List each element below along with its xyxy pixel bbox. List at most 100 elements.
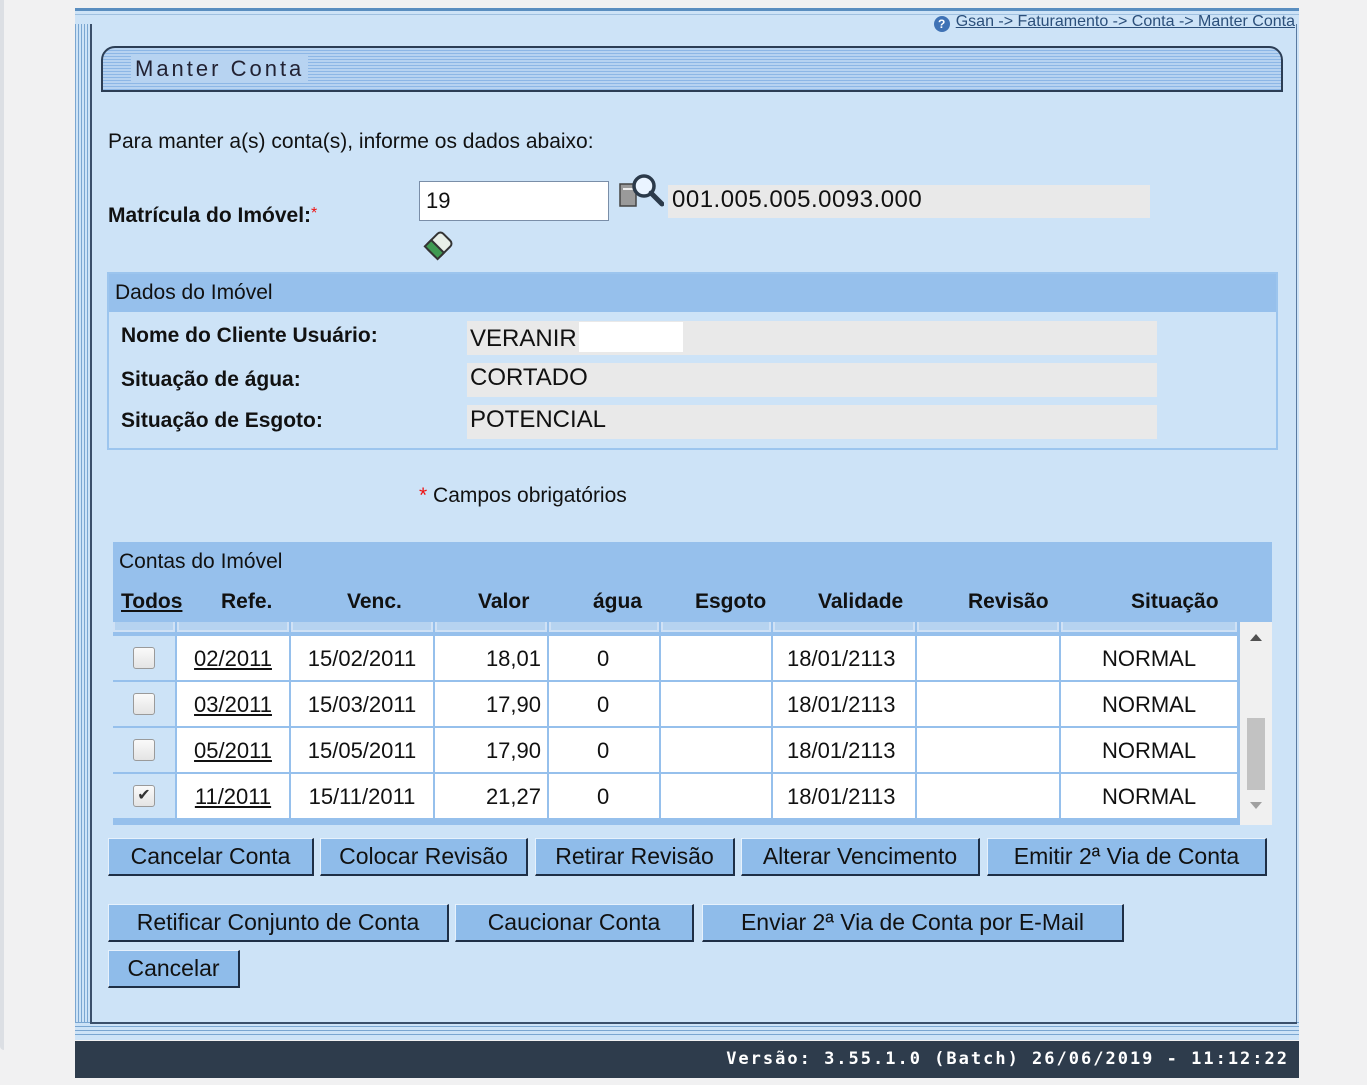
todos-link[interactable]: Todos [121, 590, 182, 614]
revisao-cell [917, 682, 1059, 726]
retificar-conjunto-button[interactable]: Retificar Conjunto de Conta [108, 904, 449, 942]
partial-cell [661, 622, 771, 632]
col-esgoto: Esgoto [695, 590, 767, 613]
col-agua: água [593, 590, 643, 613]
col-valor: Valor [478, 590, 530, 613]
col-validade: Validade [818, 590, 904, 613]
table-row: 02/2011 15/02/2011 18,01 0 18/01/2113 NO… [113, 636, 1237, 682]
validade-cell: 18/01/2113 [773, 682, 915, 726]
col-situacao: Situação [1131, 590, 1219, 613]
version-text: Versão: 3.55.1.0 (Batch) 26/06/2019 - 11… [726, 1049, 1289, 1069]
cliente-usuario-label: Nome do Cliente Usuário: [121, 324, 378, 347]
left-margin [0, 0, 4, 1050]
bottom-border-dark [90, 1022, 1297, 1024]
cancelar-conta-button[interactable]: Cancelar Conta [108, 838, 314, 876]
retirar-revisao-button[interactable]: Retirar Revisão [535, 838, 735, 876]
checkbox-cell [113, 682, 175, 726]
emitir-2via-button[interactable]: Emitir 2ª Via de Conta [987, 838, 1267, 876]
refe-link[interactable]: 03/2011 [194, 692, 272, 717]
cliente-usuario-value: VERANIR [467, 321, 1157, 355]
situacao-esgoto-label: Situação de Esgoto: [121, 409, 323, 432]
required-note-star: * [419, 484, 428, 507]
situacao-cell: NORMAL [1061, 728, 1237, 772]
top-border [75, 8, 1299, 11]
valor-cell: 18,01 [435, 636, 547, 680]
eraser-icon[interactable] [422, 226, 456, 264]
enviar-email-button[interactable]: Enviar 2ª Via de Conta por E-Mail [702, 904, 1124, 942]
search-icon[interactable] [618, 172, 664, 212]
partial-cell [773, 622, 915, 632]
refe-cell: 02/2011 [177, 636, 289, 680]
alterar-vencimento-button[interactable]: Alterar Vencimento [741, 838, 980, 876]
dados-imovel-panel: Dados do Imóvel Nome do Cliente Usuário:… [107, 272, 1278, 450]
footer-bar: Versão: 3.55.1.0 (Batch) 26/06/2019 - 11… [75, 1041, 1299, 1078]
revisao-cell [917, 728, 1059, 772]
colocar-revisao-button[interactable]: Colocar Revisão [320, 838, 528, 876]
matricula-code: 001.005.005.0093.000 [668, 185, 1150, 218]
partial-cell [291, 622, 433, 632]
required-note-text: Campos obrigatórios [427, 484, 627, 507]
table-header-row: Todos Refe. Venc. Valor água Esgoto Vali… [113, 582, 1272, 622]
right-border [1296, 24, 1297, 1024]
valor-cell: 17,90 [435, 728, 547, 772]
refe-cell: 05/2011 [177, 728, 289, 772]
dados-imovel-header: Dados do Imóvel [109, 274, 1276, 312]
table-scrollbar[interactable] [1240, 622, 1272, 825]
col-refe: Refe. [221, 590, 273, 613]
situacao-esgoto-value: POTENCIAL [467, 405, 1157, 439]
title-tab: Manter Conta [101, 46, 1283, 92]
venc-cell: 15/05/2011 [291, 728, 433, 772]
checkbox-cell [113, 728, 175, 772]
refe-link[interactable]: 11/2011 [195, 784, 271, 809]
validade-cell: 18/01/2113 [773, 774, 915, 818]
cliente-usuario-text: VERANIR [470, 325, 577, 352]
esgoto-cell [661, 636, 771, 680]
breadcrumb[interactable]: ? Gsan -> Faturamento -> Conta -> Manter … [933, 13, 1295, 32]
matricula-input[interactable] [419, 181, 609, 221]
venc-cell: 15/11/2011 [291, 774, 433, 818]
scroll-down-arrow-icon[interactable] [1250, 802, 1262, 809]
venc-cell: 15/02/2011 [291, 636, 433, 680]
partial-cell [549, 622, 659, 632]
partial-cell [1061, 622, 1237, 632]
partial-cell [177, 622, 289, 632]
valor-cell: 17,90 [435, 682, 547, 726]
checkbox-cell [113, 636, 175, 680]
situacao-cell: NORMAL [1061, 774, 1237, 818]
left-border-dark [90, 24, 92, 1024]
esgoto-cell [661, 774, 771, 818]
refe-cell: 03/2011 [177, 682, 289, 726]
table-row: 03/2011 15/03/2011 17,90 0 18/01/2113 NO… [113, 682, 1237, 728]
breadcrumb-text[interactable]: Gsan -> Faturamento -> Conta -> Manter C… [956, 13, 1295, 30]
scroll-up-arrow-icon[interactable] [1250, 634, 1262, 641]
contas-table: 02/2011 15/02/2011 18,01 0 18/01/2113 NO… [113, 622, 1272, 825]
matricula-label-text: Matrícula do Imóvel: [108, 204, 312, 227]
row-checkbox-checked[interactable]: ✔ [133, 785, 155, 807]
table-row: ✔ 11/2011 15/11/2011 21,27 0 18/01/2113 … [113, 774, 1237, 820]
situacao-cell: NORMAL [1061, 682, 1237, 726]
matricula-label: Matrícula do Imóvel:* [108, 204, 317, 228]
agua-cell: 0 [549, 728, 659, 772]
situacao-cell: NORMAL [1061, 636, 1237, 680]
left-border-lines [75, 24, 91, 1024]
row-checkbox[interactable] [133, 693, 155, 715]
agua-cell: 0 [549, 774, 659, 818]
cancelar-button[interactable]: Cancelar [108, 950, 240, 988]
row-checkbox[interactable] [133, 739, 155, 761]
refe-link[interactable]: 02/2011 [194, 646, 272, 671]
caucionar-conta-button[interactable]: Caucionar Conta [455, 904, 694, 942]
situacao-agua-label: Situação de água: [121, 368, 301, 391]
refe-link[interactable]: 05/2011 [194, 738, 272, 763]
partial-cell [113, 622, 175, 632]
esgoto-cell [661, 728, 771, 772]
partial-row [113, 622, 1237, 636]
checkbox-cell: ✔ [113, 774, 175, 818]
required-note: * Campos obrigatórios [419, 484, 627, 508]
page-title: Manter Conta [131, 56, 309, 82]
row-checkbox[interactable] [133, 647, 155, 669]
agua-cell: 0 [549, 682, 659, 726]
scroll-thumb[interactable] [1247, 718, 1265, 790]
contas-imovel-header: Contas do Imóvel [113, 542, 1272, 582]
help-icon[interactable]: ? [933, 16, 950, 32]
validade-cell: 18/01/2113 [773, 636, 915, 680]
